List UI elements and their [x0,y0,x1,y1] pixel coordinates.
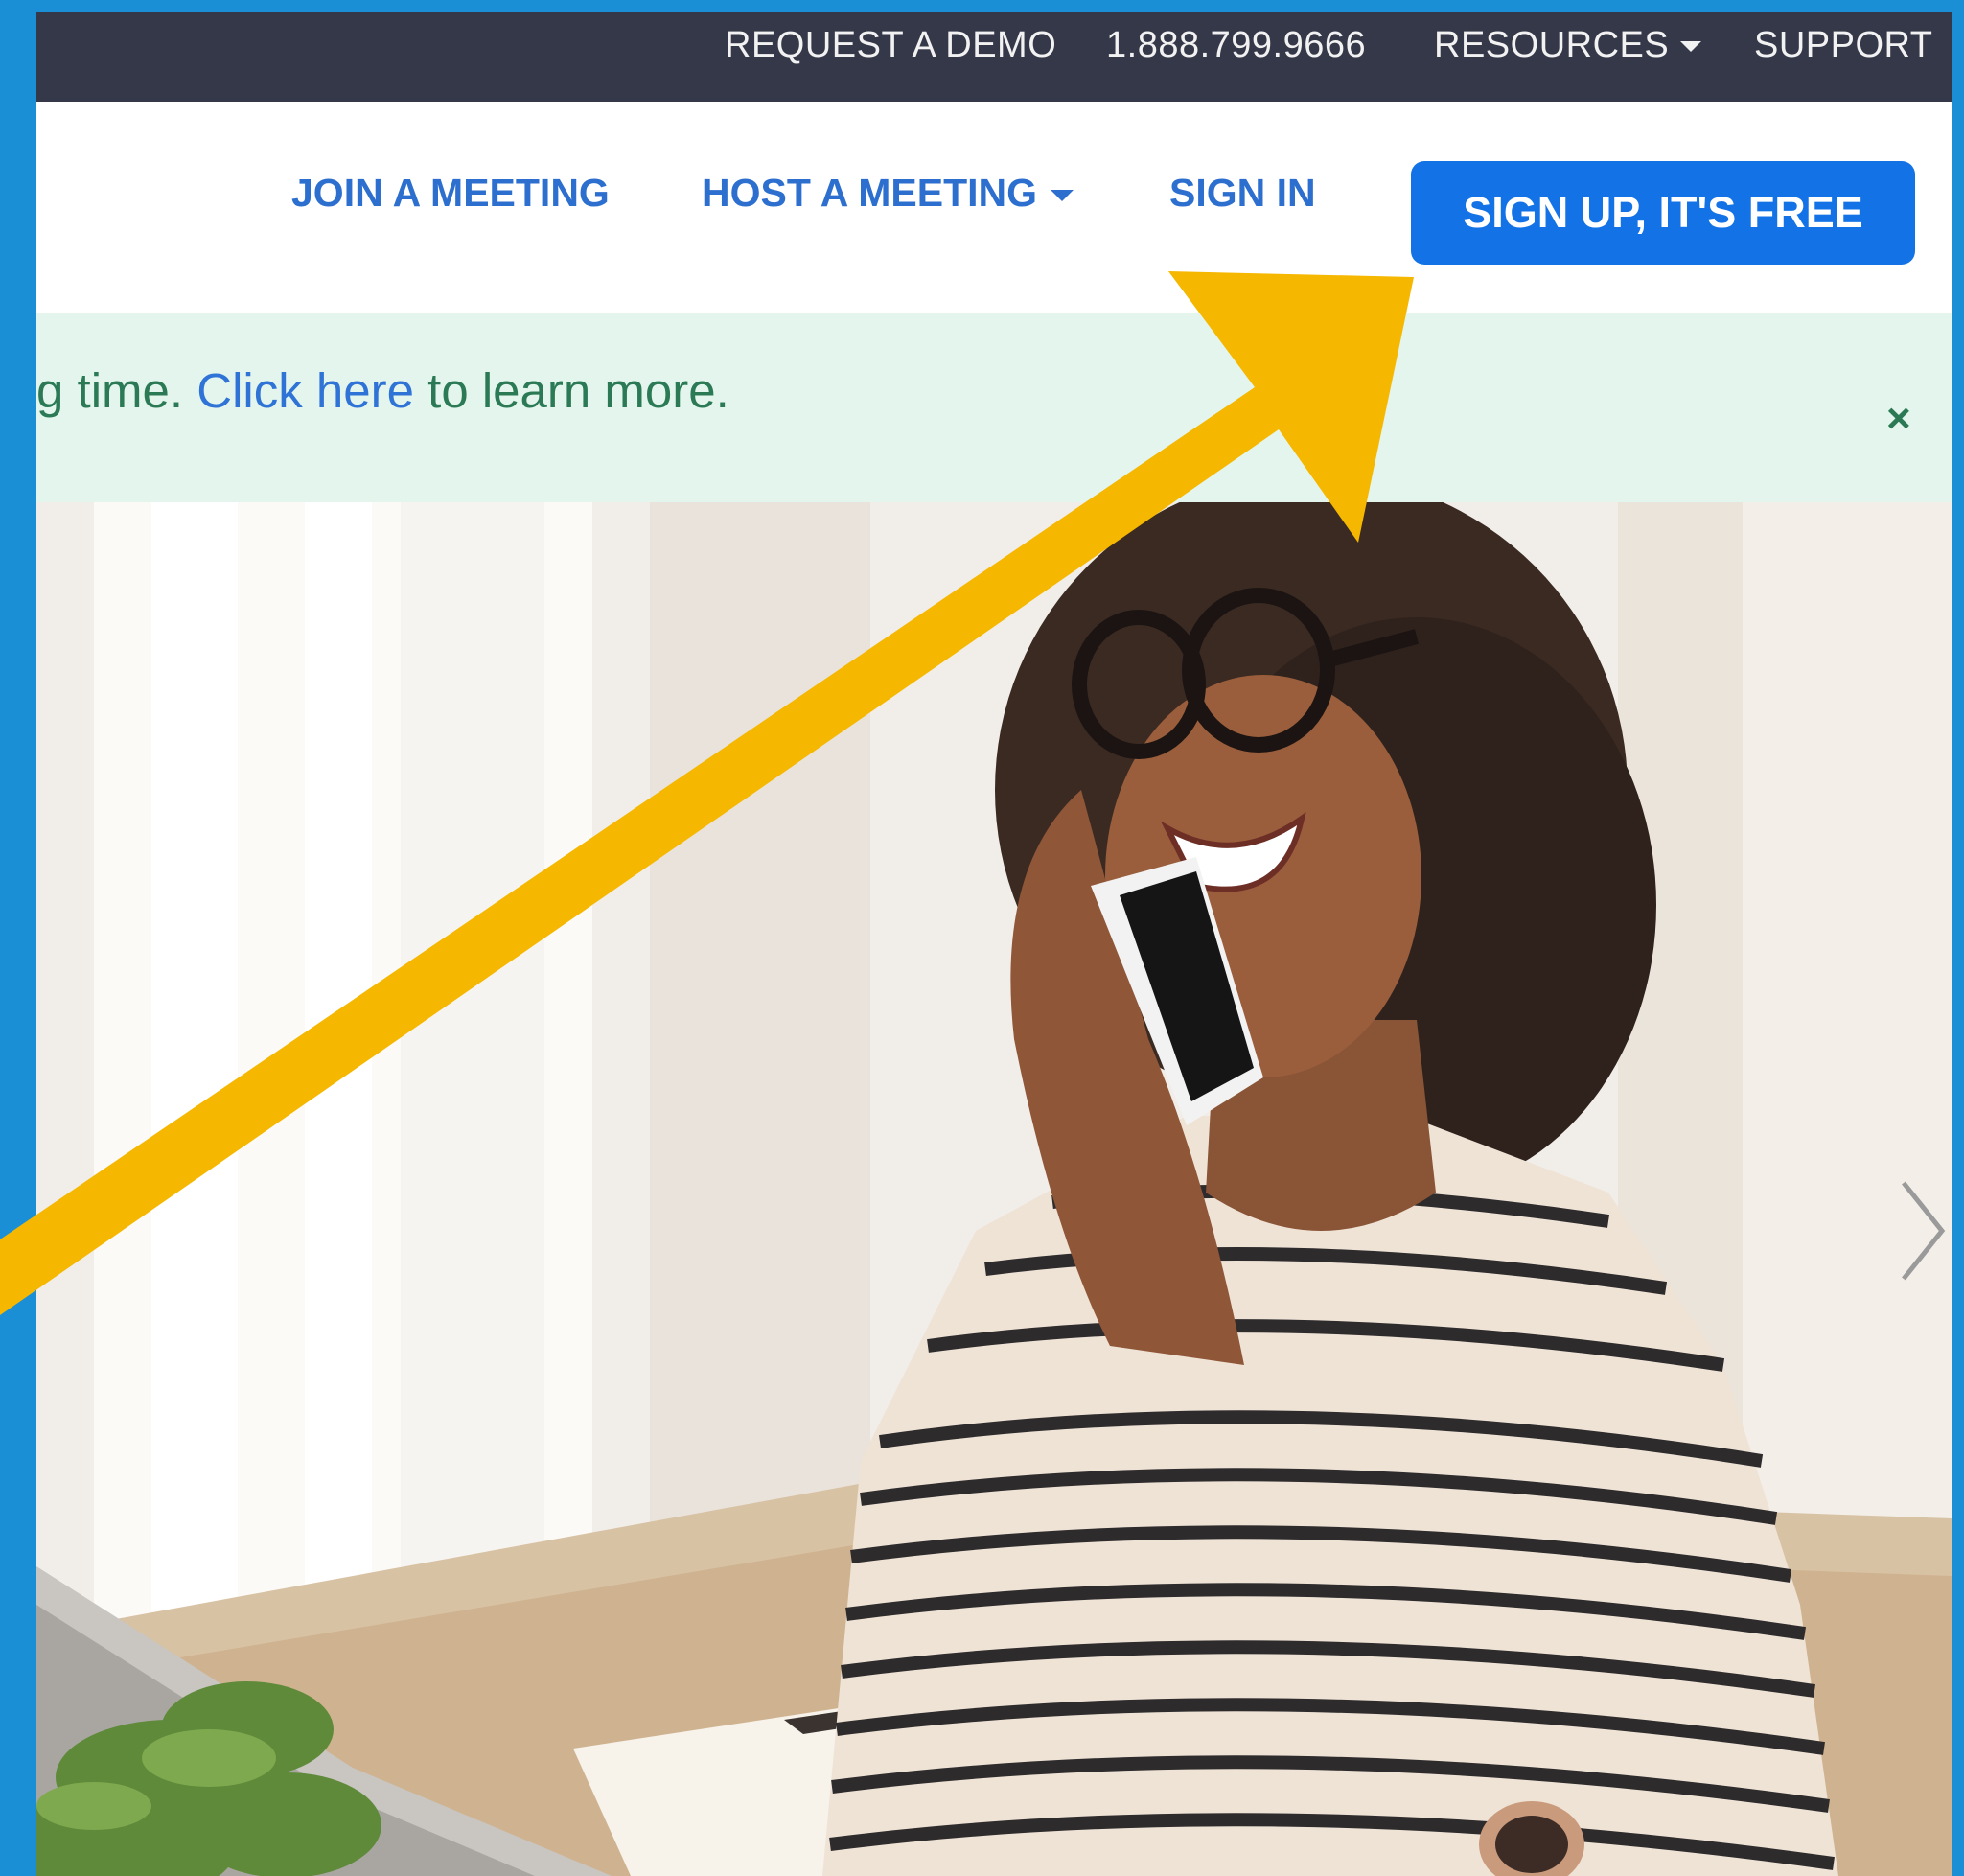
arrow-icon [0,271,1414,1315]
